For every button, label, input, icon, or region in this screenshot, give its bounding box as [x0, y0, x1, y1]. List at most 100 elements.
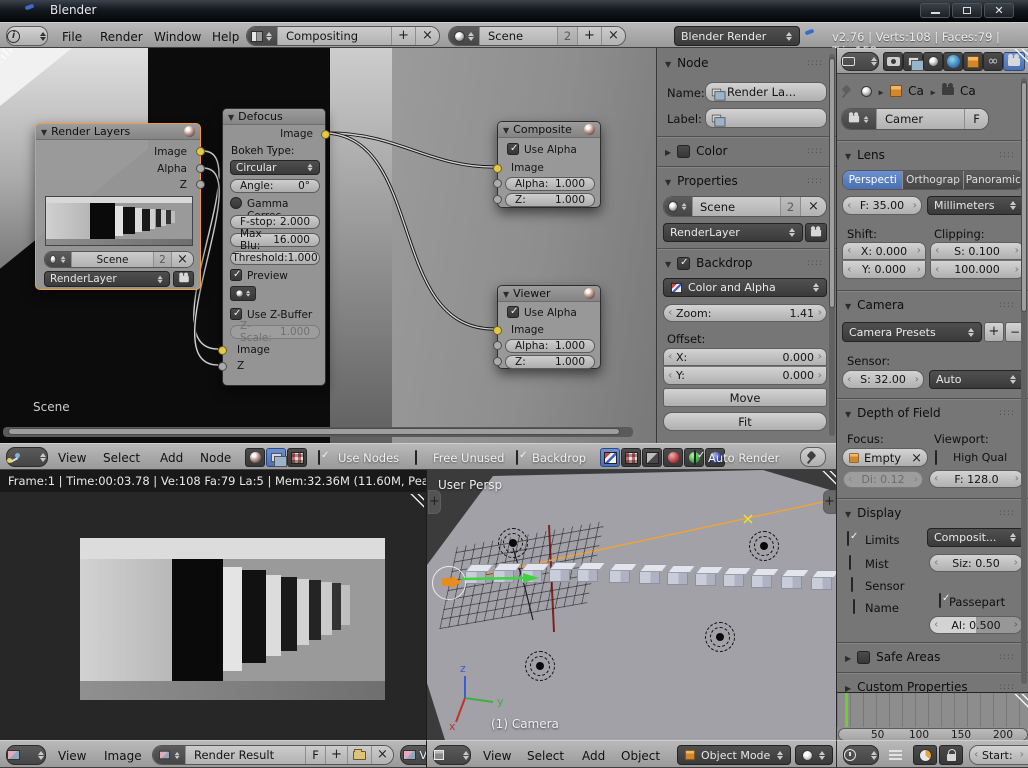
image-editor-type-menu[interactable]	[6, 745, 46, 765]
render-layer-menu[interactable]: RenderLayer	[44, 271, 170, 287]
name-display-checkbox[interactable]	[853, 599, 855, 614]
bokeh-type-menu[interactable]: Circular	[230, 160, 320, 175]
dof-panel-header[interactable]: Depth of Field	[845, 406, 1021, 420]
free-unused-checkbox[interactable]	[415, 450, 417, 465]
backdrop-move-button[interactable]: Move	[663, 388, 827, 407]
alpha-slider[interactable]: Alpha:1.000	[505, 339, 595, 353]
panel-grip[interactable]	[999, 508, 1015, 518]
panel-grip[interactable]	[807, 176, 823, 186]
menu-view[interactable]: View	[58, 749, 86, 763]
panel-render-layer-menu[interactable]: RenderLayer	[663, 223, 803, 242]
z-slider[interactable]: Z:1.000	[505, 193, 595, 207]
minimize-button[interactable]	[920, 3, 950, 18]
use-alpha-checkbox[interactable]	[507, 306, 519, 318]
dof-fstop-slider[interactable]: F: 128.0	[929, 470, 1024, 488]
input-socket-z[interactable]	[493, 357, 502, 366]
render-layers-node-header[interactable]: Render Layers	[36, 124, 200, 140]
menu-image[interactable]: Image	[104, 749, 142, 763]
passepartout-checkbox[interactable]	[939, 593, 941, 608]
backdrop-panel-checkbox[interactable]	[677, 257, 690, 270]
menu-select[interactable]: Select	[103, 451, 140, 465]
panel-render-layer-render-button[interactable]	[805, 223, 827, 242]
tab-render[interactable]	[883, 52, 903, 71]
gamma-correct-checkbox[interactable]	[230, 197, 242, 209]
panel-grip[interactable]	[807, 146, 823, 156]
menu-add[interactable]: Add	[582, 749, 605, 763]
passepartout-alpha-slider[interactable]: Al: 0.500	[929, 616, 1023, 634]
image-unlink-button[interactable]	[371, 746, 393, 764]
lens-panel-header[interactable]: Lens	[845, 148, 1021, 162]
backdrop-offset-x-slider[interactable]: X:0.000	[663, 348, 827, 366]
angle-slider[interactable]: Angle:0°	[230, 179, 320, 193]
defocus-node[interactable]: Defocus Image Bokeh Type: Circular Angle…	[222, 108, 326, 386]
composite-node[interactable]: Composite Use Alpha Image Alpha:1.000 Z:…	[497, 121, 601, 208]
timeline-playhead[interactable]	[845, 693, 848, 727]
output-socket-alpha[interactable]	[196, 164, 205, 173]
texture-nodes-toggle[interactable]	[287, 448, 307, 467]
limits-checkbox[interactable]	[847, 531, 849, 546]
pin-icon[interactable]	[841, 84, 855, 98]
input-socket-image[interactable]	[493, 164, 502, 173]
mode-menu[interactable]: Object Mode	[677, 745, 791, 765]
safe-areas-checkbox[interactable]	[857, 651, 870, 664]
panel-scene-users[interactable]: 2	[780, 197, 800, 216]
scene-name[interactable]: Scene	[479, 27, 557, 45]
collapse-icon[interactable]	[41, 125, 47, 138]
alpha-slider[interactable]: Alpha:1.000	[505, 177, 595, 191]
shader-nodes-toggle[interactable]	[245, 448, 265, 467]
preview-checkbox[interactable]	[230, 269, 242, 281]
perspective-button[interactable]: Perspecti	[843, 171, 902, 189]
node-scene-users[interactable]: 2	[153, 252, 171, 267]
tab-object[interactable]	[963, 52, 983, 71]
render-engine-menu[interactable]: Blender Render	[674, 26, 800, 46]
input-socket-alpha[interactable]	[493, 179, 502, 188]
node-label-field[interactable]	[705, 108, 827, 128]
camera-breadcrumb-icon[interactable]	[942, 87, 954, 95]
defocus-scene-button[interactable]	[230, 286, 256, 301]
panel-scene-unlink[interactable]	[800, 197, 826, 216]
max-blur-slider[interactable]: Max Blu:16.000	[230, 233, 320, 247]
backdrop-channels-menu[interactable]: Color and Alpha	[663, 278, 827, 297]
panel-grip[interactable]	[807, 258, 823, 268]
tab-constraints[interactable]	[983, 52, 1003, 71]
editor-type-menu[interactable]	[6, 447, 48, 467]
menu-window[interactable]: Window	[154, 30, 201, 44]
maximize-button[interactable]	[952, 3, 982, 18]
screen-layout-name[interactable]: Compositing	[277, 27, 391, 45]
focus-object-field[interactable]: Empty	[842, 448, 928, 467]
breadcrumb-data[interactable]: Ca	[960, 84, 976, 98]
node-scene-name[interactable]: Scene	[71, 252, 153, 267]
node-scene-unlink[interactable]	[171, 252, 193, 267]
viewport-editor-type-menu[interactable]	[433, 745, 471, 765]
high-quality-checkbox[interactable]	[935, 450, 937, 465]
camera-panel-header[interactable]: Camera	[845, 298, 1021, 312]
image-name-field[interactable]: Render Result	[185, 746, 305, 764]
image-fake-user-button[interactable]: F	[305, 746, 325, 764]
input-socket-alpha[interactable]	[493, 341, 502, 350]
scene-users-count[interactable]: 2	[557, 27, 577, 45]
backdrop-z-toggle[interactable]	[642, 448, 662, 467]
viewport-shading-menu[interactable]	[795, 745, 833, 765]
lock-button[interactable]	[939, 745, 963, 765]
menu-view[interactable]: View	[58, 451, 86, 465]
scene-add-button[interactable]	[577, 27, 601, 45]
defocus-node-header[interactable]: Defocus	[223, 109, 325, 125]
menu-view[interactable]: View	[483, 749, 511, 763]
playback-options-button[interactable]	[913, 745, 937, 765]
panel-grip[interactable]	[999, 300, 1015, 310]
input-socket-image[interactable]	[493, 326, 502, 335]
menu-select[interactable]: Select	[527, 749, 564, 763]
screen-add-button[interactable]	[391, 27, 415, 45]
properties-scrollbar[interactable]	[1021, 78, 1027, 684]
preset-add-button[interactable]	[984, 322, 1004, 342]
tab-scene[interactable]	[923, 52, 943, 71]
threshold-slider[interactable]: Threshold:1.000	[230, 251, 320, 265]
color-panel-header[interactable]: Color	[665, 144, 829, 158]
node-editor-canvas[interactable]: Render Layers Image Alpha Z	[0, 48, 656, 443]
viewer-node[interactable]: Viewer Use Alpha Image Alpha:1.000 Z:1.0…	[497, 285, 601, 369]
collapse-icon[interactable]	[503, 123, 509, 136]
render-layers-node[interactable]: Render Layers Image Alpha Z	[35, 123, 201, 290]
fake-user-button[interactable]: F	[964, 109, 988, 129]
backdrop-checkbox[interactable]	[516, 450, 518, 465]
node-scene-browse[interactable]	[45, 252, 71, 267]
